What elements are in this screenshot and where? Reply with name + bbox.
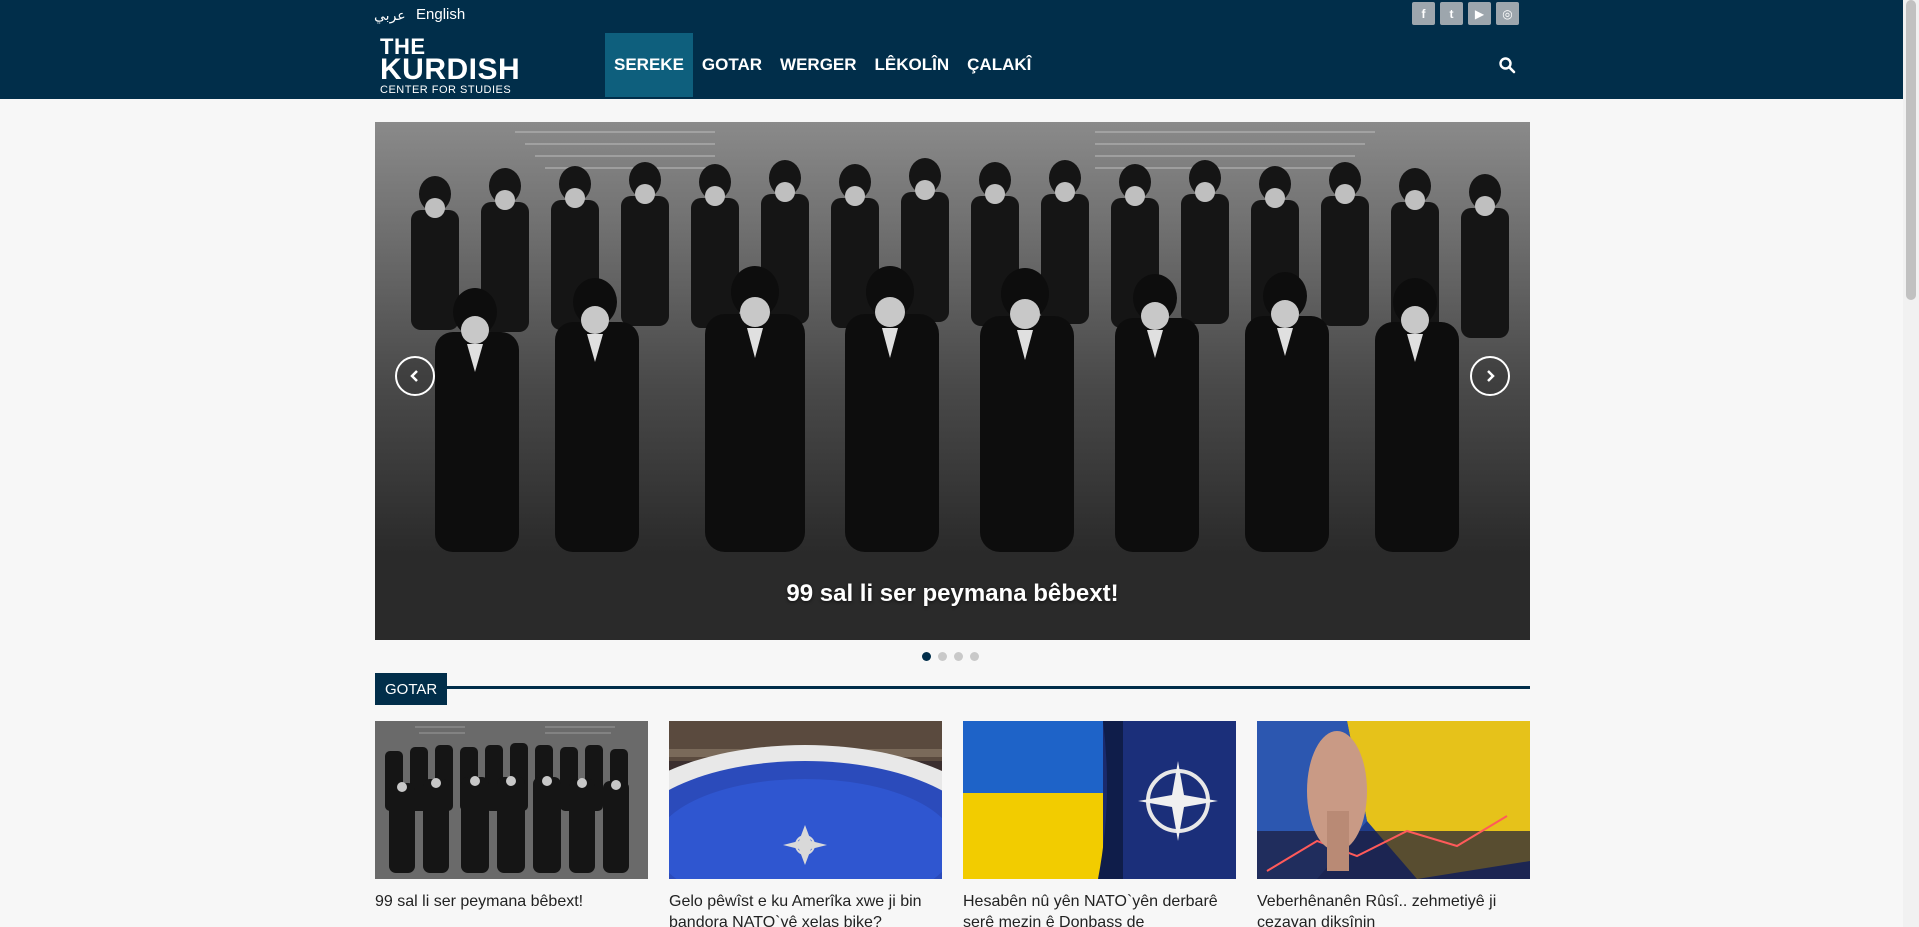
article-card[interactable]: Veberhênanên Rûsî.. zehmetiyê ji cezayan… [1257, 721, 1530, 927]
social-links: f t ▶ ◎ [1412, 2, 1519, 25]
nav-item-gotar[interactable]: GOTAR [693, 33, 771, 97]
chevron-right-icon [1487, 370, 1495, 382]
slider-dot[interactable] [970, 652, 979, 661]
site-logo[interactable]: THE KURDISH CENTER FOR STUDIES [380, 36, 520, 96]
logo-line-3: CENTER FOR STUDIES [380, 84, 512, 96]
site-header: عربي English f t ▶ ◎ THE KURDISH CENTER … [0, 0, 1903, 99]
slide-image [375, 122, 1530, 640]
article-card[interactable]: 99 sal li ser peymana bêbext! [375, 721, 648, 927]
chevron-left-icon [410, 370, 418, 382]
youtube-icon[interactable]: ▶ [1468, 2, 1491, 25]
lang-english-link[interactable]: English [416, 6, 465, 23]
article-title[interactable]: Gelo pêwîst e ku Amerîka xwe ji bin band… [669, 892, 942, 927]
article-title[interactable]: Veberhênanên Rûsî.. zehmetiyê ji cezayan… [1257, 892, 1530, 927]
section-header: GOTAR [375, 673, 1530, 705]
lang-arabic-link[interactable]: عربي [374, 7, 406, 24]
article-title[interactable]: 99 sal li ser peymana bêbext! [375, 892, 648, 913]
slider-prev-button[interactable] [395, 356, 435, 396]
nav-item-calaki[interactable]: ÇALAKÎ [958, 33, 1040, 97]
page-scrollbar[interactable] [1903, 0, 1919, 927]
slider-dot[interactable] [954, 652, 963, 661]
photo-group-image [375, 721, 648, 879]
article-thumbnail[interactable] [669, 721, 942, 879]
slider-dot[interactable] [922, 652, 931, 661]
article-thumbnail[interactable] [1257, 721, 1530, 879]
article-card[interactable]: Hesabên nû yên NATO`yên derbarê şerê mez… [963, 721, 1236, 927]
main-nav: SEREKE GOTAR WERGER LÊKOLÎN ÇALAKÎ [605, 33, 1040, 99]
hero-slider: 99 sal li ser peymana bêbext! [375, 122, 1530, 640]
slider-dot[interactable] [938, 652, 947, 661]
instagram-icon[interactable]: ◎ [1496, 2, 1519, 25]
nav-item-lekolin[interactable]: LÊKOLÎN [866, 33, 959, 97]
article-thumbnail[interactable] [375, 721, 648, 879]
russia-investments-image [1257, 721, 1530, 879]
section-divider [443, 686, 1530, 689]
article-cards: 99 sal li ser peymana bêbext! Gelo pêwîs… [375, 721, 1530, 927]
scrollbar-thumb[interactable] [1906, 0, 1916, 300]
search-icon[interactable] [1498, 56, 1516, 74]
slide-caption[interactable]: 99 sal li ser peymana bêbext! [375, 580, 1530, 608]
article-title[interactable]: Hesabên nû yên NATO`yên derbarê şerê mez… [963, 892, 1236, 927]
slider-next-button[interactable] [1470, 356, 1510, 396]
article-thumbnail[interactable] [963, 721, 1236, 879]
nato-summit-image [669, 721, 942, 879]
nav-item-werger[interactable]: WERGER [771, 33, 866, 97]
section-title[interactable]: GOTAR [375, 673, 448, 705]
ukraine-nato-flags-image [963, 721, 1236, 879]
nav-item-sereke[interactable]: SEREKE [605, 33, 693, 97]
article-card[interactable]: Gelo pêwîst e ku Amerîka xwe ji bin band… [669, 721, 942, 927]
logo-line-2: KURDISH [380, 53, 521, 86]
twitter-icon[interactable]: t [1440, 2, 1463, 25]
slider-dots [922, 652, 979, 661]
facebook-icon[interactable]: f [1412, 2, 1435, 25]
